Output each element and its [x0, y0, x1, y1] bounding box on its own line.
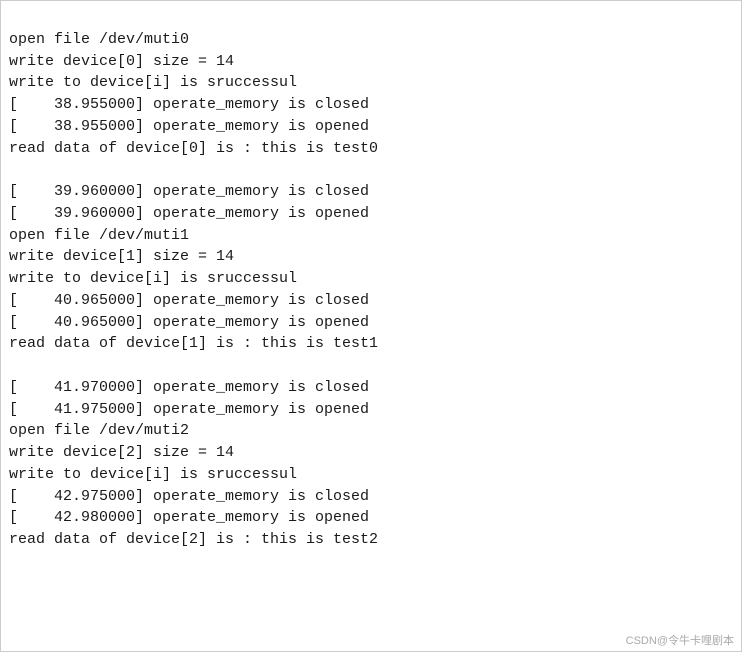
terminal-line: write to device[i] is sruccessul [9, 72, 733, 94]
terminal-line: write device[1] size = 14 [9, 246, 733, 268]
terminal-line: read data of device[0] is : this is test… [9, 138, 733, 160]
terminal-empty-line [9, 159, 733, 181]
terminal-line: write device[2] size = 14 [9, 442, 733, 464]
terminal-line: [ 40.965000] operate_memory is opened [9, 312, 733, 334]
terminal-line: [ 39.960000] operate_memory is opened [9, 203, 733, 225]
watermark-label: CSDN@令牛卡哩剧本 [626, 632, 734, 648]
terminal-line: read data of device[2] is : this is test… [9, 529, 733, 551]
terminal-line: [ 41.970000] operate_memory is closed [9, 377, 733, 399]
terminal-line: [ 41.975000] operate_memory is opened [9, 399, 733, 421]
terminal-line: open file /dev/muti2 [9, 420, 733, 442]
terminal-line: [ 38.955000] operate_memory is opened [9, 116, 733, 138]
terminal-empty-line [9, 355, 733, 377]
terminal-line: write to device[i] is sruccessul [9, 464, 733, 486]
terminal-line: [ 38.955000] operate_memory is closed [9, 94, 733, 116]
terminal-line: open file /dev/muti0 [9, 29, 733, 51]
terminal-line: [ 39.960000] operate_memory is closed [9, 181, 733, 203]
terminal-line: write device[0] size = 14 [9, 51, 733, 73]
terminal-line: [ 42.980000] operate_memory is opened [9, 507, 733, 529]
terminal-line: read data of device[1] is : this is test… [9, 333, 733, 355]
terminal-line: write to device[i] is sruccessul [9, 268, 733, 290]
terminal-output: open file /dev/muti0write device[0] size… [0, 0, 742, 652]
terminal-line: [ 42.975000] operate_memory is closed [9, 486, 733, 508]
terminal-line: [ 40.965000] operate_memory is closed [9, 290, 733, 312]
terminal-line: open file /dev/muti1 [9, 225, 733, 247]
